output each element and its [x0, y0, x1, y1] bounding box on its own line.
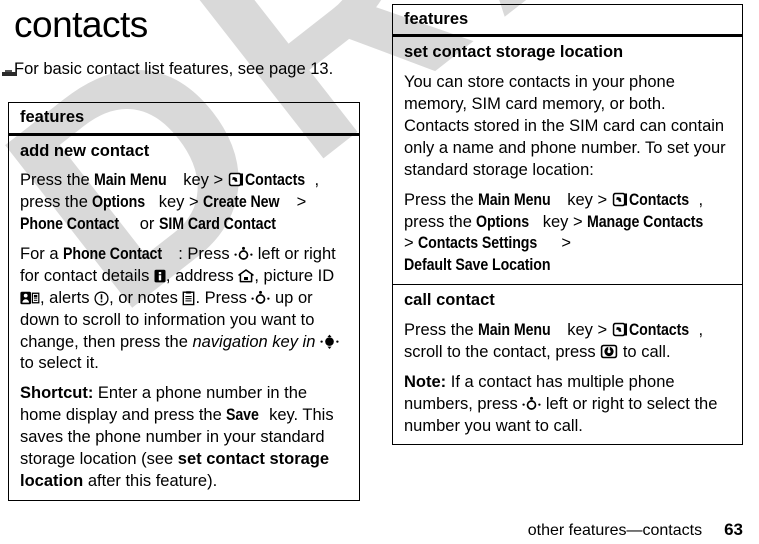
italic-label: navigation key in [192, 332, 316, 351]
menu-path-label: Phone Contact [63, 244, 163, 263]
menu-path-label: Options [476, 212, 530, 231]
scan-artifact-mark [2, 70, 17, 76]
features-table-right-header: features [393, 5, 742, 38]
navigation-key-icon [234, 246, 253, 262]
paragraph: Press the Main Menu key > Contacts, scro… [404, 320, 704, 361]
menu-path-label: Contacts [628, 190, 689, 209]
feature-body-call-contact: Press the Main Menu key > Contacts, scro… [393, 320, 742, 445]
contacts-icon [612, 322, 629, 337]
features-table-left: features add new contact Press the Main … [8, 102, 360, 502]
picture-id-icon [20, 291, 40, 305]
alerts-icon [94, 291, 109, 306]
menu-path-label: Default Save Location [404, 256, 551, 275]
emphasis-label: Shortcut: [20, 384, 94, 403]
menu-path-label: Contacts Settings [418, 234, 538, 253]
table-row: set contact storage location You can sto… [393, 37, 742, 284]
menu-path-label: Main Menu [94, 170, 167, 189]
menu-path-label: Main Menu [478, 320, 551, 339]
emphasis-label: Note: [404, 372, 447, 391]
menu-path-label: Contacts [244, 170, 305, 189]
feature-body-add-new-contact: Press the Main Menu key > Contacts, pres… [9, 170, 359, 500]
footer-page-number: 63 [724, 520, 743, 539]
feature-title-set-contact-storage-location: set contact storage location [404, 43, 624, 62]
left-column: contacts For basic contact list features… [0, 0, 368, 502]
menu-path-label: SIM Card Contact [158, 214, 276, 233]
navigation-key-press-icon [320, 334, 339, 350]
menu-path-label: Main Menu [478, 190, 551, 209]
menu-path-label: Options [92, 192, 146, 211]
navigation-key-icon [522, 396, 541, 412]
contact-details-icon [154, 269, 166, 283]
paragraph: For a Phone Contact: Press left or right… [20, 244, 349, 376]
manual-page: contacts For basic contact list features… [0, 0, 759, 544]
paragraph: Shortcut: Enter a phone number in the ho… [20, 384, 334, 491]
footer-breadcrumb: other features—contacts [527, 522, 703, 539]
feature-title-add-new-contact: add new contact [20, 141, 150, 160]
contacts-icon [612, 192, 629, 207]
feature-title-call-contact: call contact [404, 291, 495, 310]
page-footer: other features—contacts 63 [0, 520, 759, 540]
right-column: features set contact storage location Yo… [392, 0, 759, 446]
address-home-icon [238, 268, 255, 283]
features-table-left-header: features [9, 103, 359, 136]
menu-path-label: Phone Contact [20, 214, 120, 233]
menu-path-label: Manage Contacts [587, 212, 704, 231]
paragraph: Press the Main Menu key > Contacts, pres… [404, 190, 732, 278]
emphasis-label: set contact storage location [20, 450, 330, 491]
feature-body-set-contact-storage-location: You can store contacts in your phone mem… [393, 72, 742, 284]
table-row: add new contact Press the Main Menu key … [9, 136, 359, 501]
menu-path-label: Create New [203, 192, 280, 211]
table-row: call contact Press the Main Menu key > C… [393, 284, 742, 444]
paragraph: Press the Main Menu key > Contacts, pres… [20, 170, 349, 236]
paragraph: You can store contacts in your phone mem… [404, 72, 726, 179]
contacts-icon [228, 172, 245, 187]
page-title: contacts [14, 4, 148, 45]
intro-text: For basic contact list features, see pag… [14, 59, 334, 78]
navigation-key-icon [251, 290, 270, 306]
menu-path-label: Contacts [628, 320, 689, 339]
paragraph: Note: If a contact has multiple phone nu… [404, 372, 718, 435]
menu-path-label: Save [226, 406, 260, 425]
features-table-right: features set contact storage location Yo… [392, 4, 743, 446]
send-call-key-icon [600, 344, 618, 359]
notes-icon [182, 290, 195, 306]
